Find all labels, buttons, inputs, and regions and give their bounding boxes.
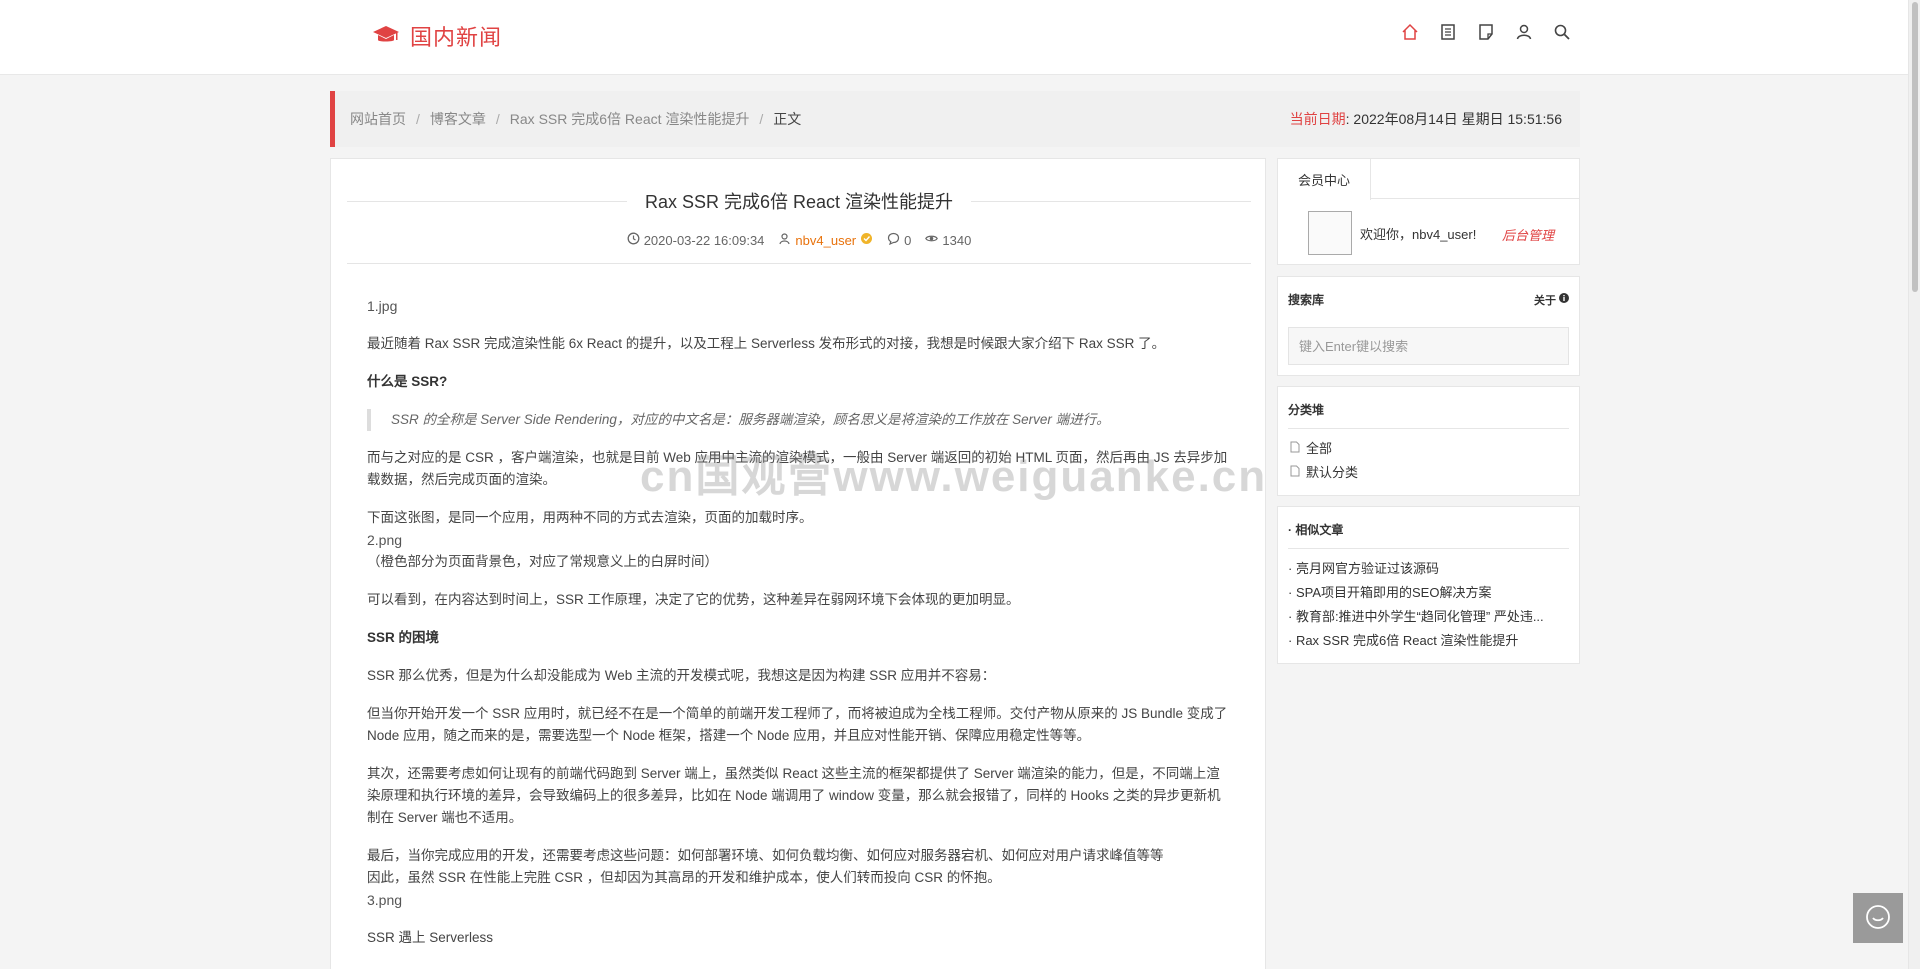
related-item[interactable]: · 亮月网官方验证过该源码 (1288, 557, 1573, 581)
info-icon (1559, 293, 1569, 306)
user-icon (778, 232, 791, 248)
about-link[interactable]: 关于 (1534, 291, 1569, 308)
related-title: · 相似文章 (1288, 523, 1344, 537)
welcome-text: 欢迎你，nbv4_user! (1360, 226, 1477, 242)
category-list: 全部 默认分类 (1290, 437, 1358, 485)
search-box-head: 搜索库 关于 (1288, 291, 1569, 308)
chat-button[interactable] (1853, 893, 1903, 943)
categories-box: 分类堆 全部 默认分类 (1277, 386, 1580, 496)
category-label: 全部 (1306, 441, 1333, 456)
date-value: 2022年08月14日 星期日 15:51:56 (1353, 111, 1562, 127)
section-heading: SSR 的困境 (367, 630, 440, 645)
meta-date: 2020-03-22 16:09:34 (627, 232, 765, 248)
breadcrumb-bar: 网站首页 / 博客文章 / Rax SSR 完成6倍 React 渲染性能提升 … (330, 91, 1580, 147)
meta-datetime: 2020-03-22 16:09:34 (643, 232, 765, 248)
breadcrumb-sep: / (416, 111, 420, 127)
meta-author[interactable]: nbv4_user (778, 232, 873, 248)
blockquote: SSR 的全称是 Server Side Rendering，对应的中文名是：服… (367, 409, 1231, 431)
avatar (1308, 211, 1352, 255)
paragraph: （橙色部分为页面背景色，对应了常规意义上的白屏时间） (367, 554, 718, 569)
search-icon[interactable] (1552, 22, 1572, 42)
site-logo[interactable]: 国内新闻 (372, 20, 502, 52)
breadcrumb-article[interactable]: Rax SSR 完成6倍 React 渲染性能提升 (510, 109, 750, 129)
paragraph: SSR 遇上 Serverless (367, 930, 494, 945)
date-colon: : (1345, 111, 1350, 127)
paragraph: 但当你开始开发一个 SSR 应用时，就已经不在是一个简单的前端开发工程师了，而将… (367, 706, 1228, 743)
current-date: 当前日期: 2022年08月14日 星期日 15:51:56 (1290, 109, 1562, 129)
paragraph: 最后，当你完成应用的开发，还需要考虑这些问题：如何部署环境、如何负载均衡、如何应… (367, 848, 1164, 863)
categories-title: 分类堆 (1288, 403, 1325, 417)
breadcrumb-current: 正文 (773, 111, 802, 127)
article-title: Rax SSR 完成6倍 React 渲染性能提升 (347, 189, 1251, 213)
page-scrollbar[interactable] (1908, 0, 1920, 969)
meta-views: 1340 (925, 232, 971, 248)
member-row: 欢迎你，nbv4_user! (1308, 211, 1476, 255)
breadcrumb-blog[interactable]: 博客文章 (430, 109, 486, 129)
search-box: 搜索库 关于 (1277, 276, 1580, 376)
paragraph: 其次，还需要考虑如何让现有的前端代码跑到 Server 端上，虽然类似 Reac… (367, 766, 1221, 825)
breadcrumb: 网站首页 / 博客文章 / Rax SSR 完成6倍 React 渲染性能提升 … (350, 109, 801, 129)
related-item[interactable]: · 教育部:推进中外学生“趋同化管理” 严处违... (1288, 605, 1573, 629)
article-meta: 2020-03-22 16:09:34 nbv4_user 0 1340 (347, 231, 1251, 249)
image-placeholder: 3.png (367, 892, 403, 908)
article-title-text: Rax SSR 完成6倍 React 渲染性能提升 (644, 192, 954, 212)
related-head: · 相似文章 (1288, 521, 1569, 549)
chat-icon (1864, 903, 1892, 934)
image-placeholder: 1.jpg (367, 298, 398, 314)
home-icon[interactable] (1400, 22, 1420, 42)
author-name[interactable]: nbv4_user (795, 233, 856, 248)
scrollbar-thumb[interactable] (1912, 2, 1918, 292)
categories-head: 分类堆 (1288, 401, 1569, 429)
category-label: 默认分类 (1306, 465, 1359, 480)
comment-icon (887, 232, 900, 248)
paragraph: 因此，虽然 SSR 在性能上完胜 CSR ，但却因为其高昂的开发和维护成本，使人… (367, 870, 1001, 885)
date-label: 当前日期 (1289, 111, 1346, 127)
verified-badge-icon (860, 232, 873, 248)
related-item[interactable]: · SPA项目开箱即用的SEO解决方案 (1288, 581, 1573, 605)
image-placeholder: 2.png (367, 532, 403, 548)
view-count: 1340 (942, 232, 972, 248)
tab-member-center[interactable]: 会员中心 (1278, 159, 1371, 200)
meta-comments: 0 (887, 232, 911, 248)
related-item[interactable]: · Rax SSR 完成6倍 React 渲染性能提升 (1288, 629, 1573, 653)
paragraph: 可以看到，在内容达到时间上，SSR 工作原理，决定了它的优势，这种差异在弱网环境… (367, 592, 1020, 607)
breadcrumb-home[interactable]: 网站首页 (350, 109, 406, 129)
article-content: 1.jpg 最近随着 Rax SSR 完成渲染性能 6x React 的提升，以… (367, 295, 1231, 965)
file-icon (1290, 461, 1300, 485)
paragraph: 下面这张图，是同一个应用，用两种不同的方式去渲染，页面的加载时序。 (367, 510, 813, 525)
category-item[interactable]: 全部 (1290, 437, 1358, 461)
article-panel: Rax SSR 完成6倍 React 渲染性能提升 2020-03-22 16:… (330, 158, 1266, 969)
search-input[interactable] (1288, 327, 1569, 365)
logo-text: 国内新闻 (410, 25, 503, 50)
paragraph: 最近随着 Rax SSR 完成渲染性能 6x React 的提升，以及工程上 S… (367, 336, 1166, 351)
paragraph: SSR 那么优秀，但是为什么却没能成为 Web 主流的开发模式呢，我想这是因为构… (367, 668, 996, 683)
nav-icons (1400, 22, 1572, 42)
member-center-box: 会员中心 欢迎你，nbv4_user! 后台管理 (1277, 158, 1580, 265)
note-icon[interactable] (1476, 22, 1496, 42)
breadcrumb-sep: / (495, 111, 500, 127)
list-icon[interactable] (1438, 22, 1458, 42)
about-label: 关于 (1534, 294, 1556, 307)
section-heading: 什么是 SSR? (367, 374, 448, 389)
site-header: 国内新闻 (0, 0, 1908, 75)
admin-link[interactable]: 后台管理 (1502, 225, 1554, 244)
member-tabbar: 会员中心 (1278, 159, 1579, 200)
search-box-title: 搜索库 (1288, 293, 1325, 307)
file-icon (1290, 437, 1300, 461)
paragraph: 而与之对应的是 CSR ，客户端渲染，也就是目前 Web 应用中主流的渲染模式，… (367, 450, 1228, 487)
related-articles-box: · 相似文章 · 亮月网官方验证过该源码 · SPA项目开箱即用的SEO解决方案… (1277, 506, 1580, 664)
divider (347, 263, 1251, 264)
user-icon[interactable] (1514, 22, 1534, 42)
comment-count: 0 (904, 232, 912, 248)
category-item[interactable]: 默认分类 (1290, 461, 1358, 485)
eye-icon (925, 232, 939, 248)
related-list: · 亮月网官方验证过该源码 · SPA项目开箱即用的SEO解决方案 · 教育部:… (1288, 557, 1573, 653)
graduation-cap-icon (372, 24, 400, 49)
clock-icon (627, 232, 640, 248)
breadcrumb-sep: / (759, 111, 764, 127)
